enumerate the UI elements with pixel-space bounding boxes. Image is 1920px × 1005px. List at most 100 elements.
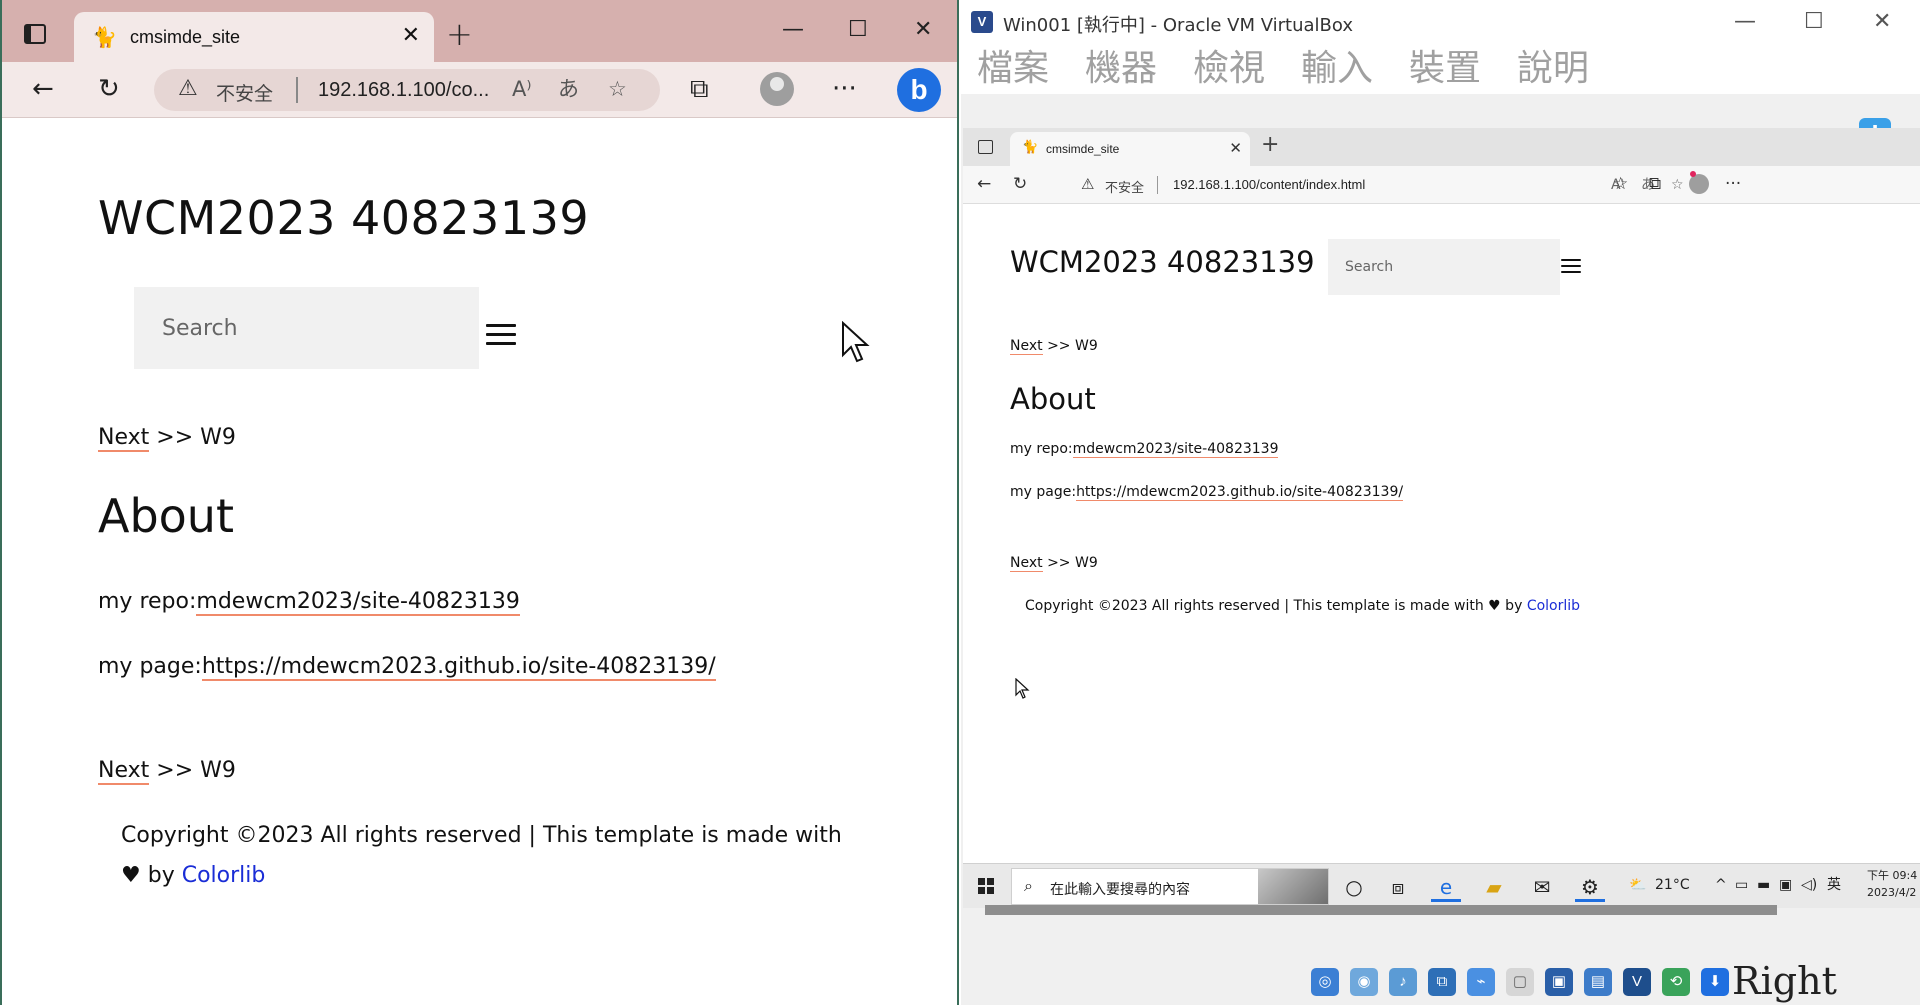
cpu-icon[interactable]: V <box>1623 968 1651 996</box>
minimize-icon[interactable]: — <box>1734 10 1756 34</box>
menu-devices[interactable]: 裝置 <box>1409 48 1481 90</box>
optical-drive-icon[interactable]: ◉ <box>1350 968 1378 996</box>
usb-icon[interactable]: ⌁ <box>1467 968 1495 996</box>
translate-icon[interactable]: あ <box>558 77 579 101</box>
new-tab-button[interactable]: + <box>446 18 473 50</box>
weather-temp[interactable]: 21°C <box>1655 877 1690 893</box>
bing-copilot-icon[interactable]: b <box>897 68 941 112</box>
menu-help[interactable]: 說明 <box>1517 48 1589 90</box>
windows-start-icon[interactable] <box>978 878 994 894</box>
security-label[interactable]: 不安全 <box>216 79 273 106</box>
taskbar-clock[interactable]: 下午 09:4 2023/4/2 <box>1867 867 1917 901</box>
hamburger-menu-icon[interactable] <box>486 324 516 351</box>
next-link[interactable]: Next <box>98 425 150 452</box>
address-bar[interactable]: ⚠ 不安全 192.168.1.100/co... A⁾ あ ☆ <box>154 69 660 111</box>
site-search-box[interactable] <box>1328 239 1560 295</box>
mouse-integration-icon[interactable]: ⟲ <box>1662 968 1690 996</box>
extensions-icon[interactable]: ⧉ <box>690 76 709 102</box>
close-window-icon[interactable]: ✕ <box>1873 10 1891 34</box>
tray-network-icon[interactable]: ▭ <box>1735 877 1748 893</box>
warning-icon[interactable]: ⚠ <box>1081 176 1094 192</box>
tray-display-icon[interactable]: ▣ <box>1779 877 1792 893</box>
page-link[interactable]: https://mdewcm2023.github.io/site-408231… <box>201 654 716 681</box>
refresh-icon[interactable]: ↻ <box>1013 175 1027 193</box>
tab-actions-icon[interactable] <box>24 24 46 44</box>
tray-volume-icon[interactable]: ◁) <box>1801 877 1817 893</box>
repo-line: my repo:mdewcm2023/site-40823139 <box>1010 441 1279 458</box>
tab-cmsimde-site[interactable]: 🐈 cmsimde_site ✕ <box>74 12 434 62</box>
next-link[interactable]: Next <box>1010 338 1043 355</box>
new-tab-button[interactable]: + <box>1261 134 1279 156</box>
page-link[interactable]: https://mdewcm2023.github.io/site-408231… <box>1076 484 1404 501</box>
breadcrumb-nav-bottom: Next >> W9 <box>1010 555 1098 572</box>
read-aloud-icon[interactable]: A⁾ <box>512 77 532 101</box>
guest-tab-cmsimde-site[interactable]: 🐈 cmsimde_site ✕ <box>1010 132 1250 166</box>
close-tab-icon[interactable]: ✕ <box>1229 140 1242 156</box>
page-label: my page: <box>1010 484 1077 500</box>
menu-input[interactable]: 輸入 <box>1301 48 1373 90</box>
tab-actions-icon[interactable] <box>978 140 993 154</box>
back-arrow-icon[interactable]: ← <box>977 175 991 193</box>
desktop: 🐈 cmsimde_site ✕ + — ☐ ✕ ← ↻ ⚠ 不安全 192.1… <box>0 0 1920 1005</box>
settings-gear-icon[interactable]: ⚙ <box>1575 872 1605 902</box>
shared-folders-icon[interactable]: ▢ <box>1506 968 1534 996</box>
keyboard-capture-icon[interactable]: ⬇ <box>1701 968 1729 996</box>
profile-avatar[interactable] <box>760 72 794 106</box>
repo-line: my repo:mdewcm2023/site-40823139 <box>98 589 520 616</box>
site-search-box[interactable] <box>134 287 479 369</box>
security-label[interactable]: 不安全 <box>1105 177 1144 196</box>
maximize-icon[interactable]: ☐ <box>848 18 868 42</box>
hamburger-menu-icon[interactable] <box>1561 259 1581 277</box>
search-input[interactable] <box>134 287 479 369</box>
menu-file[interactable]: 檔案 <box>977 48 1049 90</box>
audio-icon[interactable]: ♪ <box>1389 968 1417 996</box>
page-heading: About <box>1010 382 1096 416</box>
ime-indicator[interactable]: 英 <box>1827 877 1841 893</box>
url-text[interactable]: 192.168.1.100/co... <box>318 79 489 102</box>
task-view-icon[interactable]: ⧈ <box>1383 872 1413 902</box>
browser-toolbar: ← ↻ ⚠ 不安全 192.168.1.100/co... A⁾ あ ☆ ⧉ ·… <box>2 62 957 118</box>
more-options-icon[interactable]: ··· <box>1725 175 1741 193</box>
colorlib-link[interactable]: Colorlib <box>182 863 266 888</box>
vbox-titlebar: V Win001 [執行中] - Oracle VM VirtualBox — … <box>961 0 1920 44</box>
maximize-icon[interactable]: ☐ <box>1804 10 1824 34</box>
more-options-icon[interactable]: ··· <box>832 76 857 102</box>
video-capture-icon[interactable]: ▤ <box>1584 968 1612 996</box>
repo-link[interactable]: mdewcm2023/site-40823139 <box>1072 441 1279 458</box>
weather-icon[interactable]: ⛅ <box>1629 877 1646 893</box>
repo-link[interactable]: mdewcm2023/site-40823139 <box>196 589 520 616</box>
vm-guest-screen[interactable]: 🐈 cmsimde_site ✕ + ← ↻ ⚠ 不安全 192.168.1.1… <box>963 128 1920 908</box>
tray-chevron-icon[interactable]: ^ <box>1715 877 1727 893</box>
add-favorite-icon[interactable]: ☆ <box>608 77 627 101</box>
minimize-icon[interactable]: — <box>782 18 804 42</box>
next-link-bottom[interactable]: Next <box>98 758 150 785</box>
file-explorer-icon[interactable]: ▰ <box>1479 872 1509 902</box>
display-icon[interactable]: ▣ <box>1545 968 1573 996</box>
site-title: WCM2023 40823139 <box>98 191 590 245</box>
close-window-icon[interactable]: ✕ <box>914 18 932 42</box>
next-link-bottom[interactable]: Next <box>1010 555 1043 572</box>
taskbar-search-box[interactable]: ⌕ 在此輸入要搜尋的內容 <box>1011 868 1329 905</box>
profile-avatar[interactable] <box>1689 174 1709 194</box>
add-favorite-icon[interactable]: ☆ <box>1671 177 1684 193</box>
menu-machine[interactable]: 機器 <box>1085 48 1157 90</box>
warning-icon[interactable]: ⚠ <box>178 78 198 100</box>
guest-url-text[interactable]: 192.168.1.100/content/index.html <box>1173 177 1365 192</box>
cortana-icon[interactable]: ○ <box>1339 872 1369 902</box>
collections-icon[interactable]: ⧉ <box>1649 175 1661 193</box>
menu-view[interactable]: 檢視 <box>1193 48 1265 90</box>
horizontal-scrollbar[interactable] <box>985 905 1777 915</box>
colorlib-link[interactable]: Colorlib <box>1527 598 1580 614</box>
search-input[interactable] <box>1328 239 1560 295</box>
mail-icon[interactable]: ✉ <box>1527 872 1557 902</box>
edge-taskbar-icon[interactable]: e <box>1431 872 1461 902</box>
favorites-icon[interactable]: ☆ <box>1613 175 1628 193</box>
close-tab-icon[interactable]: ✕ <box>402 25 420 47</box>
refresh-icon[interactable]: ↻ <box>98 76 120 102</box>
network-icon[interactable]: ⧉ <box>1428 968 1456 996</box>
back-arrow-icon[interactable]: ← <box>32 76 54 102</box>
mouse-cursor-icon <box>842 321 870 363</box>
nav-separator: >> <box>149 758 201 783</box>
hard-disk-icon[interactable]: ◎ <box>1311 968 1339 996</box>
tray-battery-icon[interactable]: ▬ <box>1757 877 1770 893</box>
